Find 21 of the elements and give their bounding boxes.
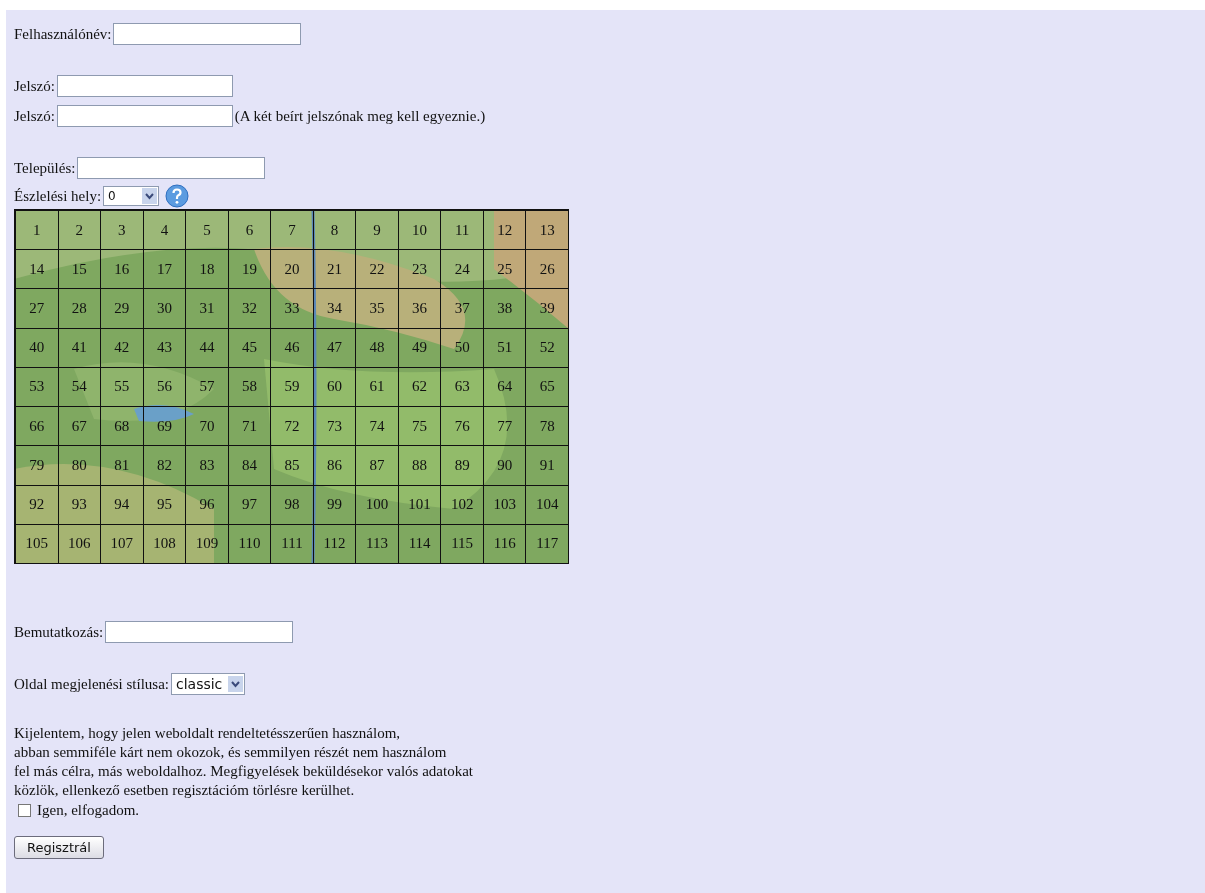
register-button[interactable]: Regisztrál (14, 836, 104, 859)
grid-cell[interactable]: 1 (15, 210, 59, 251)
field-label: Észlelési hely: (14, 187, 102, 205)
field-label: Oldal megjelenési stílusa: (14, 675, 169, 693)
field-label: Település: (14, 159, 76, 177)
field-label: Felhasználónév: (14, 25, 112, 43)
field-label: Jelszó: (14, 77, 55, 95)
hint-text: (A két beírt jelszónak meg kell egyeznie.) (234, 107, 486, 125)
checkbox[interactable] (18, 803, 31, 817)
input-field[interactable] (105, 621, 294, 643)
dropdown[interactable]: 0 (103, 186, 160, 206)
field-label: Jelszó: (14, 107, 55, 125)
help-icon[interactable] (165, 184, 190, 208)
input-field[interactable] (113, 23, 302, 45)
input-field[interactable] (56, 105, 233, 127)
checkbox-label: Igen, elfogadom. (37, 801, 140, 819)
input-field[interactable] (56, 75, 233, 97)
input-field[interactable] (77, 157, 266, 179)
dropdown[interactable]: classic (170, 673, 246, 695)
field-label: Bemutatkozás: (14, 623, 104, 641)
terms-text: Kijelentem, hogy jelen weboldalt rendeltetésszerűen használom, abban semmiféle kárt nem okozok, és semmilyen részét nem használom fel más célra, más weboldalhoz. Megfigyelések beküldésekor valós adatokat közlök, ellenkező esetben regisztációm törlésre kerülhet. (14, 724, 474, 800)
